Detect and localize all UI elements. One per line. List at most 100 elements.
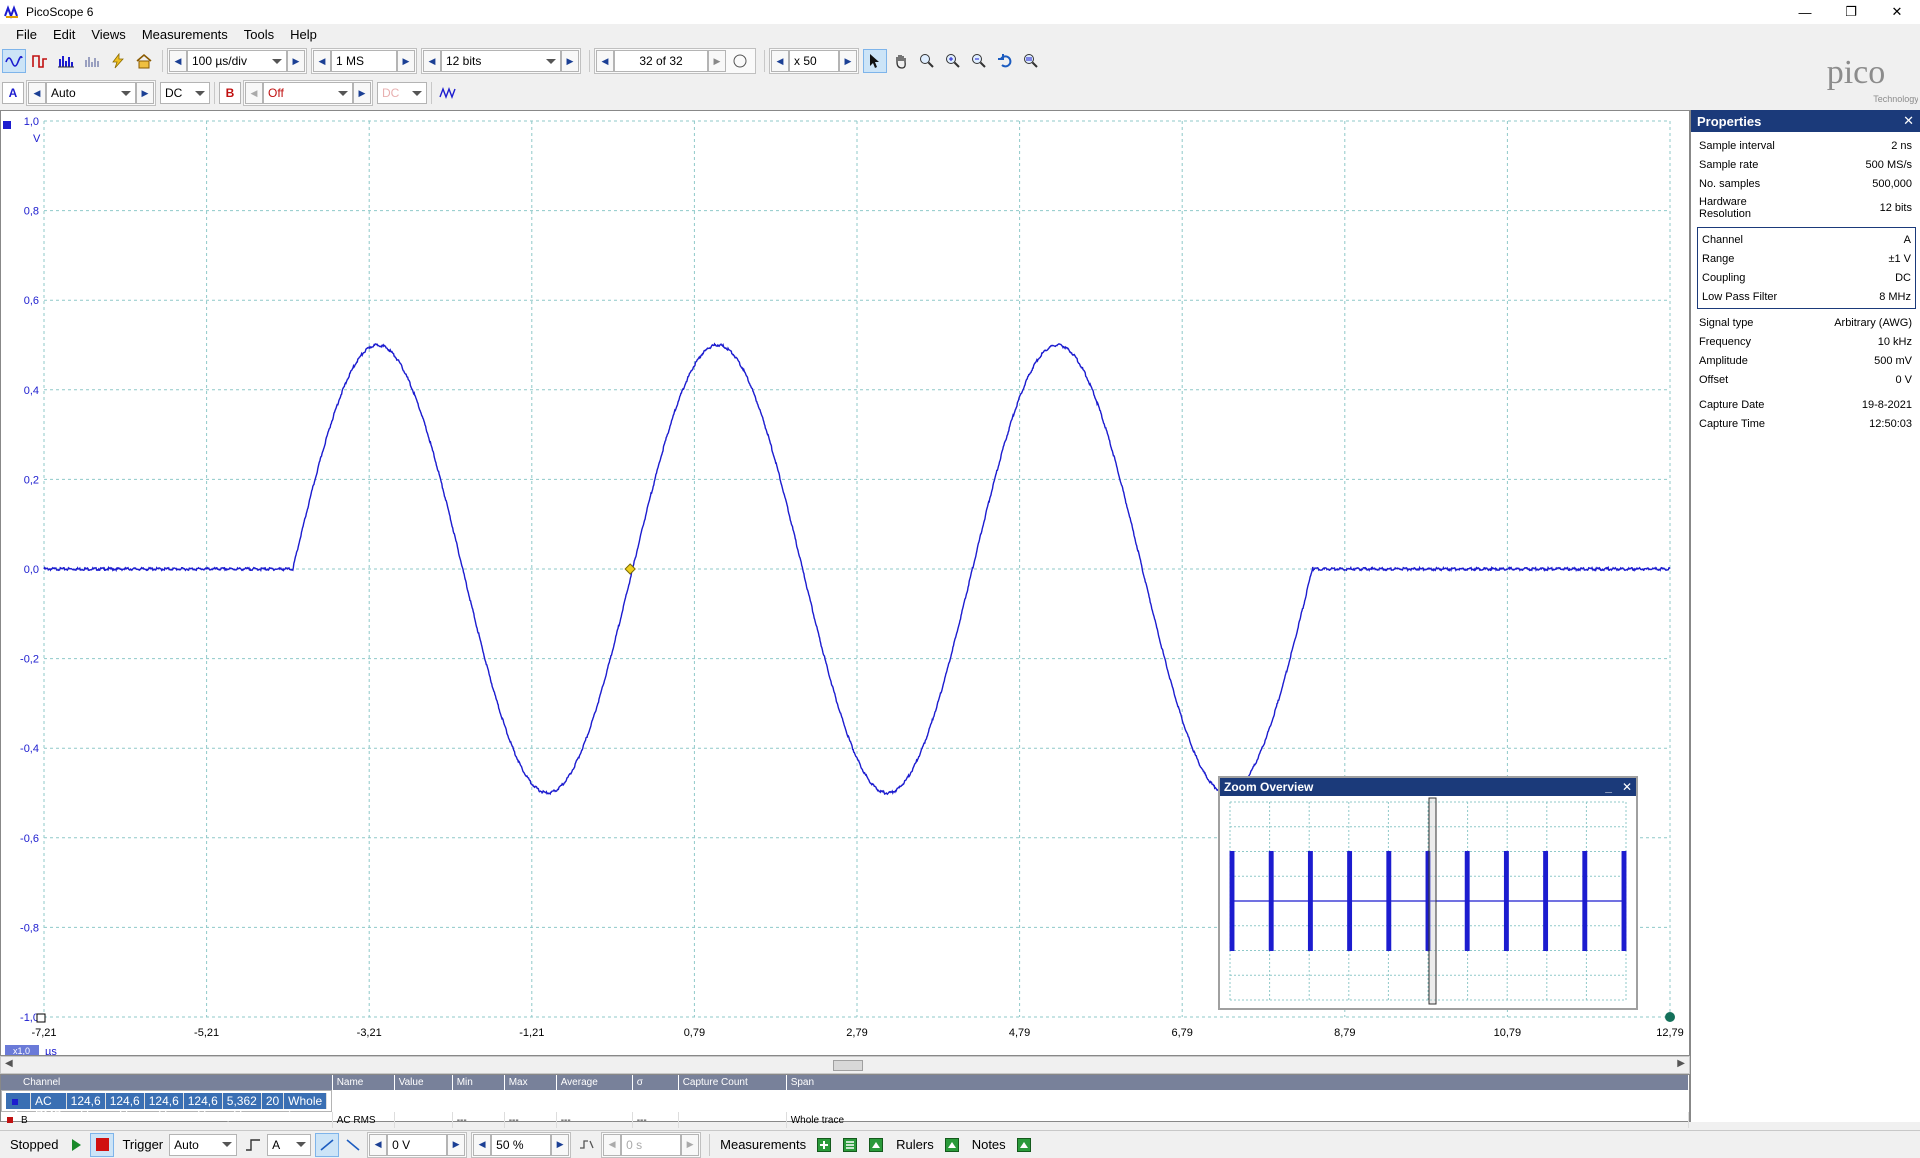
add-icon [817, 1137, 832, 1152]
lightning-icon [112, 53, 124, 69]
rising-edge-button[interactable] [315, 1132, 340, 1157]
menu-tools[interactable]: Tools [236, 27, 282, 42]
scroll-left-icon[interactable]: ◀ [5, 1058, 13, 1069]
horizontal-scrollbar[interactable]: ◀ ▶ [0, 1056, 1690, 1074]
scroll-right-icon[interactable]: ▶ [1677, 1058, 1685, 1069]
resolution-select[interactable]: 12 bits [441, 50, 561, 72]
col-name: Name [332, 1075, 395, 1090]
trigger-label: Trigger [122, 1137, 164, 1152]
zoom-overview-minimize-button[interactable]: _ [1605, 780, 1612, 794]
edit-measurement-button[interactable] [838, 1133, 862, 1157]
timebase-select[interactable]: 100 µs/div [187, 50, 287, 72]
channel-b-range-select[interactable]: Off [263, 82, 353, 104]
pretrigger-prev-button[interactable]: ◀ [473, 1133, 492, 1156]
zoom-to-fit-button[interactable] [1019, 49, 1043, 73]
channel-b-coupling-select[interactable]: DC [377, 82, 427, 104]
pretrigger-field[interactable]: 50 % [491, 1133, 552, 1156]
zoom-prev-button[interactable]: ◀ [771, 50, 789, 72]
default-setup-button[interactable] [132, 49, 156, 73]
y-tick-label: 0,4 [24, 385, 39, 397]
table-cell: 124,6 mV [105, 1093, 145, 1122]
zoom-overview-close-button[interactable]: ✕ [1622, 780, 1632, 794]
advanced-trigger-button[interactable] [241, 1133, 265, 1157]
close-button[interactable]: ✕ [1874, 0, 1920, 24]
buffer-next-button[interactable]: ▶ [708, 50, 726, 72]
menu-edit[interactable]: Edit [45, 27, 83, 42]
channel-a-range-prev-button[interactable]: ◀ [28, 82, 46, 104]
rulers-button[interactable] [940, 1133, 964, 1157]
trigger-level-field[interactable]: 0 V [387, 1133, 448, 1156]
undo-zoom-button[interactable] [993, 49, 1017, 73]
buffer-prev-button[interactable]: ◀ [596, 50, 614, 72]
trigger-channel-select[interactable]: A [267, 1133, 312, 1156]
post-trigger-delay-button[interactable] [575, 1133, 599, 1157]
zoom-next-button[interactable]: ▶ [839, 50, 857, 72]
pointer-tool-button[interactable] [863, 49, 887, 73]
auto-setup-button[interactable] [106, 49, 130, 73]
table-row[interactable]: B AC RMS --- --- --- --- Whole trace [1, 1112, 1690, 1128]
trigger-mode-select[interactable]: Auto [169, 1133, 238, 1156]
resolution-prev-button[interactable]: ◀ [423, 50, 441, 72]
properties-capture: Capture Date 19-8-2021 Capture Time 12:50:… [1691, 389, 1920, 433]
zoom-field[interactable]: x 50 [789, 50, 839, 72]
buffer-index-field[interactable]: 32 of 32 [614, 50, 708, 72]
resolution-next-button[interactable]: ▶ [561, 50, 579, 72]
spectrum-mode-button[interactable] [54, 49, 78, 73]
zoom-out-button[interactable] [967, 49, 991, 73]
pretrigger-next-button[interactable]: ▶ [551, 1133, 570, 1156]
trigger-level-next-button[interactable]: ▶ [447, 1133, 466, 1156]
trigger-level-prev-button[interactable]: ◀ [369, 1133, 388, 1156]
channel-b-range-next-button[interactable]: ▶ [353, 82, 371, 104]
zoom-fit-icon [1024, 54, 1038, 68]
table-row[interactable]: A AC RMS 124,6 mV 124,6 mV 124,6 mV 124,6 mV 5… [1, 1090, 333, 1122]
minimize-button[interactable]: — [1782, 0, 1828, 24]
measurements-table[interactable]: Channel Name Value Min Max Average σ Cap… [0, 1074, 1690, 1128]
toolbar-separator [431, 82, 432, 104]
samples-next-button[interactable]: ▶ [397, 50, 415, 72]
trigger-edge-icon [246, 1138, 261, 1151]
channel-a-range-group: ◀ Auto ▶ [26, 80, 156, 106]
channel-color-swatch [7, 1116, 13, 1123]
samples-prev-button[interactable]: ◀ [313, 50, 331, 72]
stop-button[interactable] [90, 1132, 115, 1157]
zoom-overview-plot[interactable] [1220, 796, 1636, 1008]
add-measurement-button[interactable] [812, 1133, 836, 1157]
falling-edge-button[interactable] [341, 1133, 365, 1157]
channel-a-range-select[interactable]: Auto [46, 82, 136, 104]
samples-select[interactable]: 1 MS [331, 50, 397, 72]
hand-tool-button[interactable] [889, 49, 913, 73]
measurements-header-row: Channel Name Value Min Max Average σ Cap… [1, 1075, 1690, 1090]
delay-next-button[interactable]: ▶ [681, 1133, 700, 1156]
zoom-in-button[interactable] [941, 49, 965, 73]
menu-views[interactable]: Views [83, 27, 133, 42]
delay-prev-button[interactable]: ◀ [603, 1133, 622, 1156]
zoom-overview-window[interactable]: Zoom Overview _ ✕ [1218, 776, 1638, 1010]
timebase-prev-button[interactable]: ◀ [169, 50, 187, 72]
maximize-button[interactable]: ❐ [1828, 0, 1874, 24]
channel-a-coupling-select[interactable]: DC [160, 82, 210, 104]
persistence-mode-button[interactable] [28, 49, 52, 73]
timebase-next-button[interactable]: ▶ [287, 50, 305, 72]
scroll-thumb[interactable] [833, 1060, 863, 1071]
signal-generator-button[interactable] [436, 81, 460, 105]
notes-button[interactable] [1012, 1133, 1036, 1157]
serial-mode-button[interactable] [80, 49, 104, 73]
scope-mode-button[interactable] [2, 49, 26, 73]
property-row: Capture Time 12:50:03 [1699, 417, 1912, 430]
zoom-region-button[interactable] [915, 49, 939, 73]
delete-measurement-button[interactable] [864, 1133, 888, 1157]
menu-help[interactable]: Help [282, 27, 325, 42]
menu-measurements[interactable]: Measurements [134, 27, 236, 42]
menu-file[interactable]: File [8, 27, 45, 42]
falling-edge-icon [346, 1138, 360, 1151]
table-cell: --- [504, 1112, 557, 1128]
spectrum-mode-icon [58, 56, 74, 68]
channel-a-options-button[interactable]: A [2, 82, 24, 104]
delay-field[interactable]: 0 s [621, 1133, 682, 1156]
start-button[interactable] [64, 1133, 88, 1157]
channel-a-range-next-button[interactable]: ▶ [136, 82, 154, 104]
channel-b-range-prev-button[interactable]: ◀ [245, 82, 263, 104]
buffer-navigator-button[interactable] [728, 49, 752, 73]
channel-b-options-button[interactable]: B [219, 82, 241, 104]
properties-close-button[interactable]: ✕ [1903, 113, 1914, 129]
